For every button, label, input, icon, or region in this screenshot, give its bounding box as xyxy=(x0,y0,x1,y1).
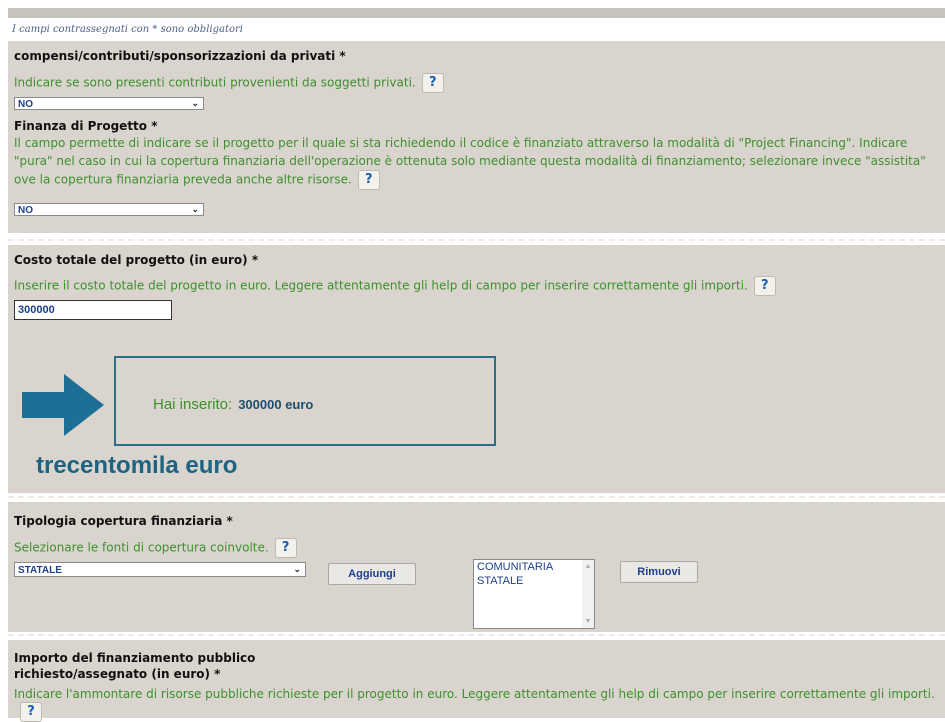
arrow-right-icon xyxy=(22,374,104,436)
importo-label-line1: Importo del finanziamento pubblico xyxy=(14,651,256,665)
help-icon[interactable]: ? xyxy=(357,170,380,190)
finanza-help-text: Il campo permette di indicare se il prog… xyxy=(14,136,926,187)
help-icon[interactable]: ? xyxy=(20,702,42,722)
costo-help-text: Inserire il costo totale del progetto in… xyxy=(14,278,748,293)
remove-button[interactable]: Rimuovi xyxy=(620,561,698,583)
help-icon[interactable]: ? xyxy=(274,538,297,558)
chevron-down-icon: ⌄ xyxy=(293,564,301,574)
costo-help: Inserire il costo totale del progetto in… xyxy=(14,276,939,296)
list-item[interactable]: STATALE xyxy=(474,574,594,588)
tipologia-help: Selezionare le fonti di copertura coinvo… xyxy=(14,538,614,558)
required-fields-note: I campi contrassegnati con * sono obblig… xyxy=(8,18,945,41)
section-divider xyxy=(8,239,945,241)
tipologia-select-value: STATALE xyxy=(18,565,62,576)
privati-label: compensi/contributi/sponsorizzazioni da … xyxy=(14,49,346,63)
finanza-select[interactable]: NO ⌄ xyxy=(14,203,204,216)
tipologia-help-text: Selezionare le fonti di copertura coinvo… xyxy=(14,540,269,555)
result-text: Hai inserito: 300000 euro xyxy=(153,396,313,413)
tipologia-select[interactable]: STATALE ⌄ xyxy=(14,562,306,577)
section-divider xyxy=(8,496,945,498)
selected-sources-list[interactable]: COMUNITARIA STATALE ▲ ▼ xyxy=(473,559,595,629)
help-icon[interactable]: ? xyxy=(753,276,776,296)
privati-help: Indicare se sono presenti contributi pro… xyxy=(14,73,914,93)
scroll-down-icon[interactable]: ▼ xyxy=(582,618,594,625)
result-prefix: Hai inserito: xyxy=(153,396,233,413)
top-bar xyxy=(8,8,945,18)
chevron-down-icon: ⌄ xyxy=(191,204,199,214)
costo-label: Costo totale del progetto (in euro) * xyxy=(14,253,259,267)
chevron-down-icon: ⌄ xyxy=(191,98,199,108)
costo-input[interactable]: 300000 xyxy=(14,300,172,320)
privati-help-text: Indicare se sono presenti contributi pro… xyxy=(14,75,416,90)
tipologia-label: Tipologia copertura finanziaria * xyxy=(14,514,233,528)
add-button[interactable]: Aggiungi xyxy=(328,563,416,585)
importo-help: Indicare l'ammontare di risorse pubblich… xyxy=(14,686,939,722)
finanza-label: Finanza di Progetto * xyxy=(14,119,158,133)
privati-select-value: NO xyxy=(18,99,33,110)
list-item[interactable]: COMUNITARIA xyxy=(474,560,594,574)
result-value: 300000 euro xyxy=(238,397,314,412)
importo-help-text: Indicare l'ammontare di risorse pubblich… xyxy=(14,687,935,701)
finanza-help: Il campo permette di indicare se il prog… xyxy=(14,135,934,190)
finanza-select-value: NO xyxy=(18,205,33,216)
privati-select[interactable]: NO ⌄ xyxy=(14,97,204,110)
section-divider xyxy=(8,634,945,636)
scroll-up-icon[interactable]: ▲ xyxy=(582,563,594,570)
help-icon[interactable]: ? xyxy=(421,73,444,93)
amount-in-words: trecentomila euro xyxy=(36,452,238,479)
importo-label-line2: richiesto/assegnato (in euro) * xyxy=(14,667,221,681)
scrollbar[interactable]: ▲ ▼ xyxy=(582,560,594,628)
